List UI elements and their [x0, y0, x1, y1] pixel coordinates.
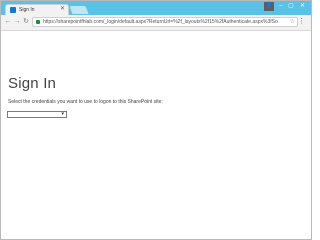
- bookmark-star-icon[interactable]: ☆: [290, 18, 295, 26]
- forward-arrow-icon[interactable]: →: [13, 18, 21, 26]
- maximize-icon[interactable]: ▢: [286, 2, 296, 11]
- tab-strip: Sign In ✕ 👤 – ▢ ✕: [1, 1, 311, 15]
- tab-title: Sign In: [19, 7, 35, 13]
- reload-icon[interactable]: ↻: [22, 18, 30, 26]
- minimize-icon[interactable]: –: [276, 2, 286, 11]
- sharepoint-favicon-icon: [10, 7, 16, 13]
- credential-select[interactable]: ▾: [7, 111, 67, 118]
- page-title: Sign In: [8, 75, 57, 92]
- browser-toolbar: ← → ↻ https://sharepointfhlab.com/_login…: [1, 15, 311, 31]
- url-text[interactable]: https://sharepointfhlab.com/_login/defau…: [43, 18, 289, 26]
- person-icon[interactable]: 👤: [264, 2, 274, 11]
- credential-instruction: Select the credentials you want to use t…: [8, 99, 163, 105]
- browser-window: Sign In ✕ 👤 – ▢ ✕ ← → ↻ https://sharepoi…: [0, 0, 312, 240]
- close-icon[interactable]: ✕: [60, 5, 65, 14]
- back-arrow-icon[interactable]: ←: [4, 18, 12, 26]
- lock-icon: [36, 20, 40, 24]
- window-controls: 👤 – ▢ ✕: [264, 2, 309, 11]
- chevron-down-icon[interactable]: ▾: [61, 110, 64, 118]
- window-close-icon[interactable]: ✕: [296, 2, 309, 11]
- browser-tab[interactable]: Sign In ✕: [5, 4, 69, 15]
- menu-icon[interactable]: ⋮: [298, 18, 305, 26]
- new-tab-button[interactable]: [69, 6, 89, 14]
- address-bar[interactable]: https://sharepointfhlab.com/_login/defau…: [32, 17, 298, 27]
